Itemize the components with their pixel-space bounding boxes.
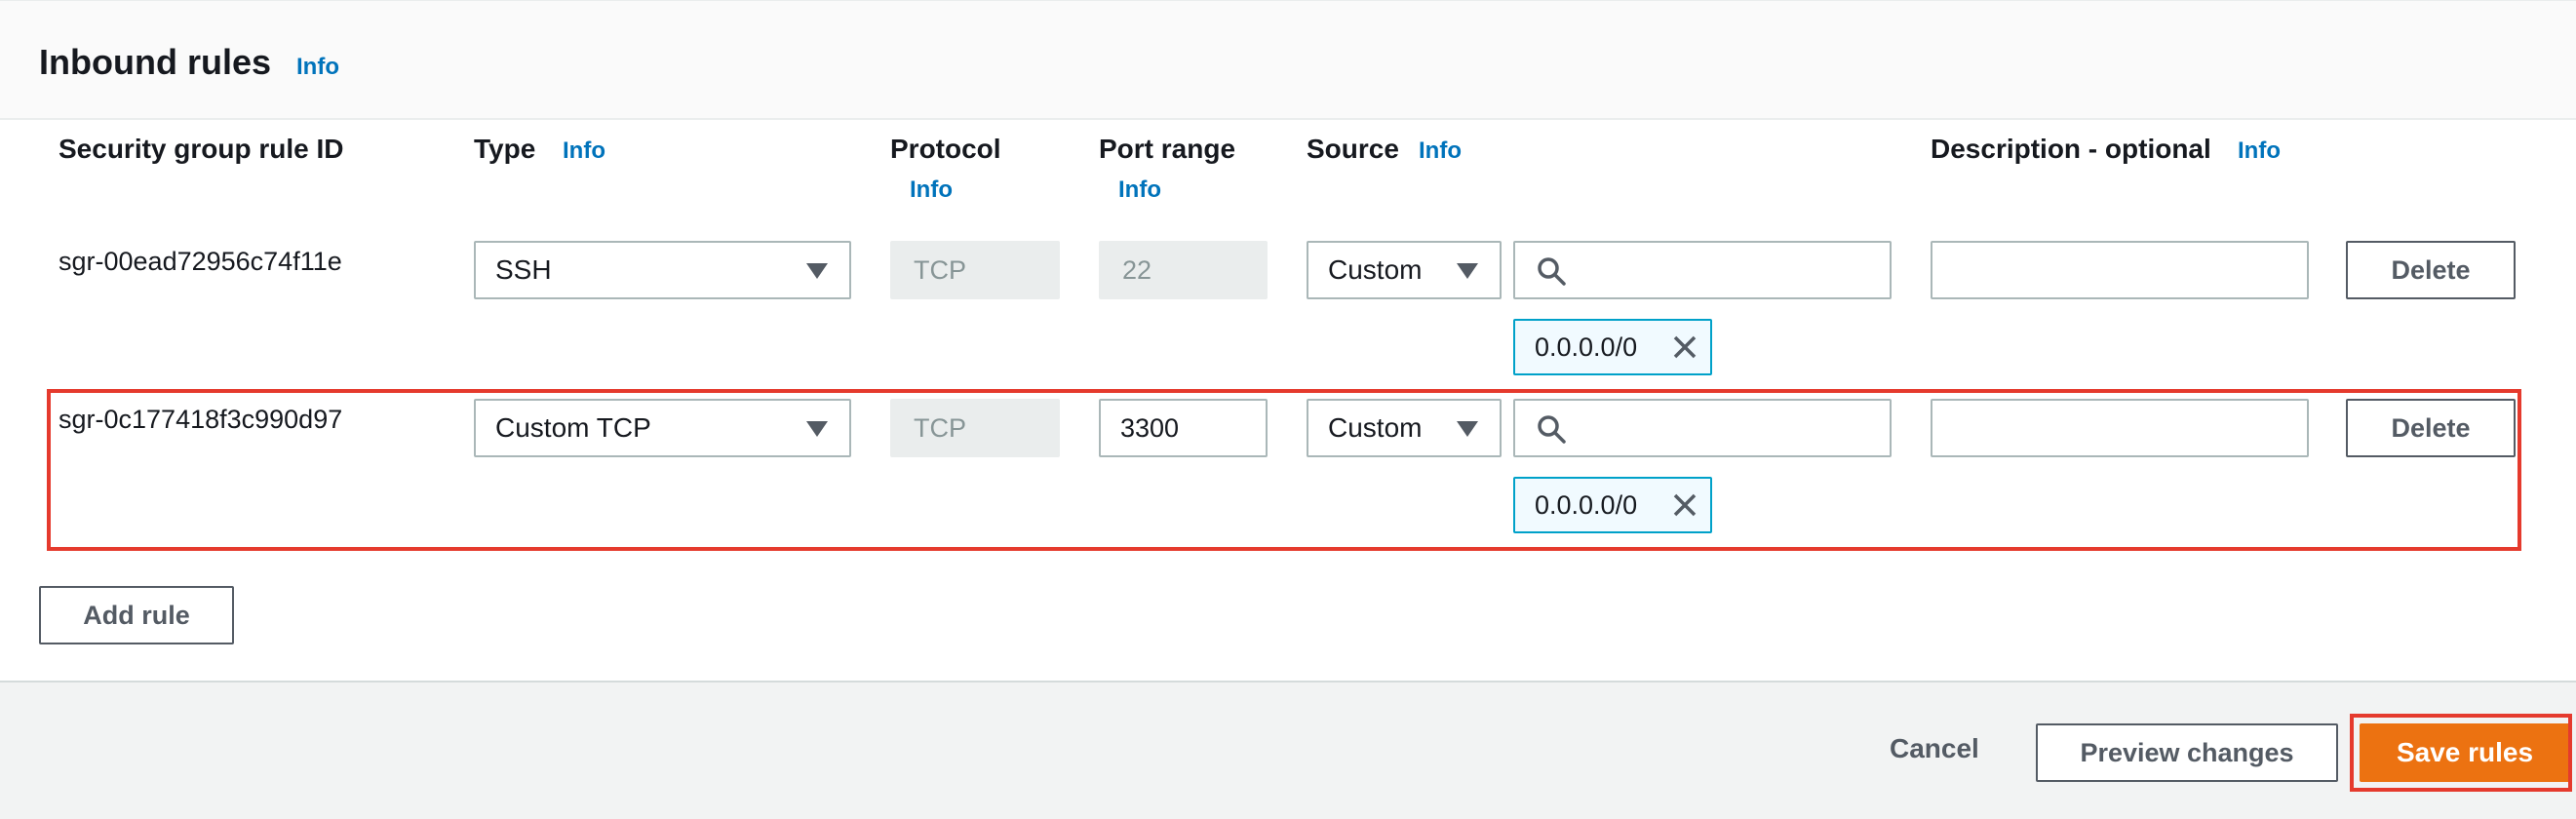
column-header-description: Description - optional	[1931, 134, 2211, 164]
page-title: Inbound rules	[39, 42, 271, 82]
description-info-link[interactable]: Info	[2238, 137, 2281, 165]
add-rule-button[interactable]: Add rule	[39, 586, 234, 644]
column-header-rule-id: Security group rule ID	[59, 134, 344, 164]
cidr-token: 0.0.0.0/0	[1513, 319, 1712, 375]
inbound-rules-panel: Inbound rules Info Security group rule I…	[0, 0, 2576, 682]
search-icon	[1538, 257, 1566, 286]
column-header-port-range: Port range	[1099, 134, 1236, 164]
cidr-token-label: 0.0.0.0/0	[1535, 332, 1638, 362]
caret-down-icon	[1457, 263, 1478, 279]
source-search-input[interactable]	[1513, 241, 1892, 299]
caret-down-icon	[806, 263, 828, 279]
type-select[interactable]: SSH	[474, 241, 851, 299]
protocol-field: TCP	[890, 241, 1060, 299]
protocol-info-link[interactable]: Info	[910, 176, 953, 204]
description-input[interactable]	[1931, 241, 2309, 299]
type-select-value: SSH	[495, 254, 552, 285]
port-range-info-link[interactable]: Info	[1118, 176, 1161, 204]
rule-id: sgr-00ead72956c74f11e	[59, 247, 342, 276]
port-range-field: 22	[1099, 241, 1268, 299]
type-info-link[interactable]: Info	[563, 137, 605, 165]
source-type-select[interactable]: Custom	[1307, 241, 1502, 299]
source-info-link[interactable]: Info	[1419, 137, 1462, 165]
row-highlight-outline	[47, 389, 2521, 551]
save-button-highlight-outline	[2350, 714, 2572, 792]
panel-header: Inbound rules Info	[0, 1, 2576, 120]
column-header-type: Type	[474, 134, 536, 164]
preview-changes-button[interactable]: Preview changes	[2036, 723, 2338, 782]
column-header-protocol: Protocol	[890, 134, 1001, 164]
delete-button[interactable]: Delete	[2346, 241, 2516, 299]
source-type-value: Custom	[1328, 254, 1423, 285]
cancel-button[interactable]: Cancel	[1890, 733, 1979, 764]
title-info-link[interactable]: Info	[296, 54, 339, 81]
close-icon[interactable]	[1671, 333, 1698, 361]
column-header-source: Source	[1307, 134, 1399, 164]
